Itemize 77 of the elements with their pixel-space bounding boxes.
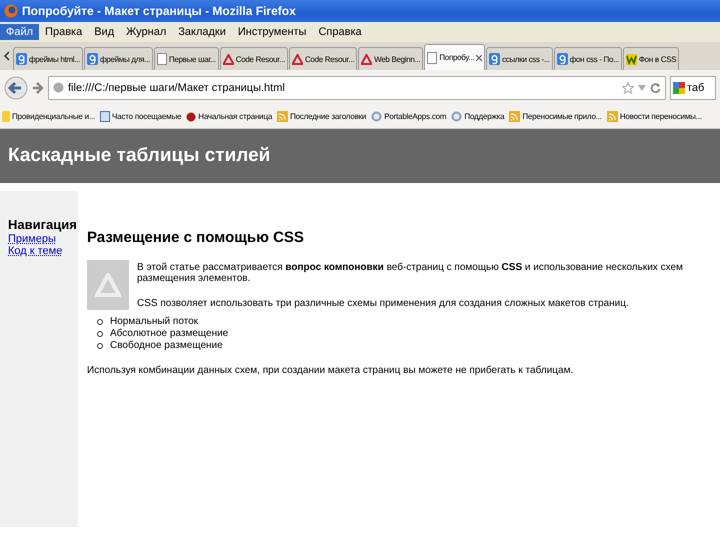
g-logo-icon [489,53,500,65]
forward-arrow-icon[interactable] [32,80,44,94]
g-logo-icon [556,53,568,65]
browser-tab[interactable]: Web Beginn... [358,47,424,70]
bookmark-item[interactable]: Переносимые прило... [509,111,602,122]
tab-label: Первые шаг... [168,54,216,64]
article-heading: Размещение с помощью CSS [87,229,305,246]
list-item: Абсолютное размещение [110,328,228,339]
search-field[interactable]: таб [670,76,716,100]
bullet-icon [97,330,103,336]
browser-tab[interactable]: фреймы для... [84,47,153,70]
firefox-logo-icon [4,4,18,18]
tab-label: фреймы для... [100,54,150,64]
browser-tab[interactable]: фреймы html... [13,47,84,70]
url-text: file:///C:/первые шаги/Макет страницы.html [68,82,286,94]
list-item: Нормальный поток [110,316,198,327]
browser-tab[interactable]: Попробу... [424,44,486,70]
feed-icon [606,111,618,122]
browser-tab[interactable]: Первые шаг... [154,47,219,70]
nav-link[interactable]: Примеры [8,233,78,245]
chevron-left-icon[interactable] [4,51,10,61]
close-icon[interactable] [476,54,482,60]
feed-icon [509,111,520,122]
photo-placeholder [87,260,129,310]
menu-item[interactable]: Инструменты [232,24,312,40]
browser-tab[interactable]: Фон в CSS [622,47,680,70]
clipboard-icon [100,111,110,122]
bookmark-item[interactable]: Поддержка [451,111,504,122]
star-icon[interactable] [622,82,634,94]
list-item: Свободное размещение [110,340,223,351]
dropdown-caret-icon[interactable] [638,84,646,90]
menu-item[interactable]: Вид [88,24,120,40]
menu-item[interactable]: Файл [0,24,40,40]
menu-item[interactable]: Журнал [120,24,172,40]
reload-icon[interactable] [650,82,661,94]
nav-title: Навигация [8,217,78,233]
intro-paragraph: В этой статье рассматривается вопрос компоновки веб-страниц с помощью CSS и использование нескольких схем размещения элементов. [137,262,684,284]
menu-item[interactable]: Закладки [172,24,232,40]
bookmark-item[interactable]: Новости переносимы... [606,111,702,122]
triangle-logo-icon [361,54,372,64]
feed-icon [277,111,288,122]
blank-page-icon [156,53,167,65]
bullet-icon [97,318,103,324]
tab-label: ссылки css -... [502,54,550,64]
nav-link[interactable]: Код к теме [8,245,78,257]
closing-paragraph: Используя комбинации данных схем, при создании макета страниц вы можете не прибегать к таблицам. [87,365,574,376]
g-logo-icon [87,53,98,65]
browser-tab[interactable]: ссылки css -... [486,47,553,70]
browser-tab[interactable]: фон css - По... [554,47,622,70]
blank-page-icon [427,52,438,64]
tab-label: фон css - По... [570,54,619,64]
tab-label: Code Resour... [304,54,354,64]
bullet-icon [97,342,103,348]
address-field[interactable]: file:///C:/первые шаги/Макет страницы.html [48,76,666,100]
menu-item[interactable]: Правка [39,24,88,40]
site-title: Каскадные таблицы стилей [8,145,270,167]
bookmark-item[interactable]: Последние заголовки [277,111,366,122]
paragraph: CSS позволяет использовать три различные схемы применения для создания сложных макетов страниц. [137,298,630,309]
bookmark-item[interactable]: Часто посещаемые [100,111,182,122]
tab-label: Web Beginn... [374,54,420,64]
w-logo-icon [626,54,637,64]
g-logo-icon [16,53,27,65]
google-logo-icon [673,82,685,94]
triangle-logo-icon [222,54,234,64]
bookmark-item[interactable]: Начальная страница [186,112,272,122]
tab-label: фреймы html... [29,54,80,64]
tab-label: Фон в CSS [638,54,676,64]
triangle-logo-icon [292,54,303,64]
menu-item[interactable]: Справка [312,24,368,40]
browser-tab[interactable]: Code Resour... [220,47,288,70]
bookmark-item[interactable]: Провиденциальные и... [2,111,96,122]
bookmark-item[interactable]: PortableApps.com [371,111,446,122]
tab-label: Попробу... [439,53,474,62]
window-title: Попробуйте - Макет страницы - Mozilla Firefox [22,4,296,18]
tab-label: Code Resour... [236,54,285,64]
search-text: таб [687,82,704,94]
browser-tab[interactable]: Code Resour... [288,47,358,70]
